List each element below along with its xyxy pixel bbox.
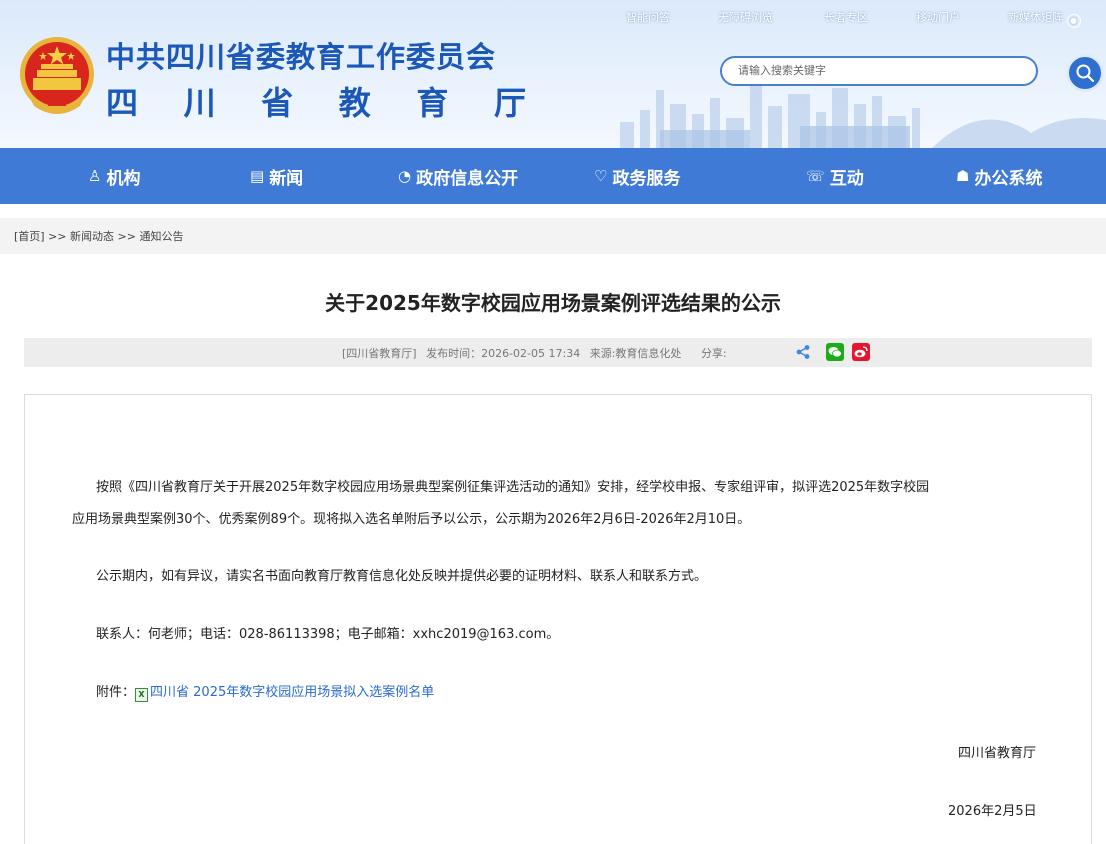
article-body <box>24 394 1092 844</box>
gov-info-icon: ◔ <box>398 167 412 185</box>
article-title: 关于2025年数字校园应用场景案例评选结果的公示 <box>325 291 781 315</box>
nav-item-label: 机构 <box>106 168 141 189</box>
breadcrumb-notice[interactable]: 通知公告 <box>139 230 183 243</box>
national-emblem-icon <box>20 37 94 114</box>
paragraph-1-line-1: 按照《四川省教育厅关于开展2025年数字校园应用场景典型案例征集评选活动的通知》… <box>96 480 930 495</box>
link-new-media[interactable]: 新媒体矩阵 ● <box>1008 9 1081 28</box>
excel-file-icon: X <box>135 688 149 702</box>
breadcrumb-news[interactable]: 新闻动态 <box>70 230 114 243</box>
search-button[interactable] <box>1066 54 1104 92</box>
signature-date: 2026年2月5日 <box>948 804 1037 819</box>
nav-item-office[interactable]: ☗ 办公系统 <box>956 148 1042 204</box>
attachment-label: 附件： <box>96 685 136 700</box>
location-pin-icon: ● <box>1066 14 1081 28</box>
attachment-link[interactable]: 四川省 2025年数字校园应用场景拟入选案例名单 <box>150 685 434 700</box>
nav-item-label: 政务服务 <box>612 168 681 189</box>
meta-share-label: 分享: <box>700 347 727 360</box>
site-header: 中共四川省委教育工作委员会 四 川 省 教 育 厅 智能问答 无障碍浏览 长者专… <box>0 0 1106 148</box>
nav-item-label: 办公系统 <box>974 168 1043 189</box>
org-subtitle-char: 厅 <box>493 84 526 122</box>
weibo-glyph <box>854 346 868 358</box>
article-meta-bar: [四川省教育厅] 发布时间：2026-02-05 17:34 来源:教育信息化处… <box>24 338 1092 367</box>
breadcrumb-separator: >> <box>48 230 67 243</box>
org-subtitle-char: 川 <box>183 84 216 122</box>
search-input[interactable] <box>736 63 1020 78</box>
share-icon[interactable] <box>794 343 812 361</box>
interact-icon: ☏ <box>806 167 825 185</box>
nav-item-news[interactable]: ▤ 新闻 <box>250 148 303 204</box>
org-icon: ♙ <box>88 167 102 185</box>
search-box <box>720 56 1038 86</box>
meta-publish-time: 发布时间：2026-02-05 17:34 <box>426 347 581 360</box>
breadcrumb-home[interactable]: [首页] <box>14 230 45 243</box>
meta-source: [四川省教育厅] <box>342 347 417 360</box>
org-subtitle-char: 教 <box>338 84 371 122</box>
wechat-glyph <box>828 347 842 358</box>
nav-item-gov-info[interactable]: ◔ 政府信息公开 <box>398 148 518 204</box>
link-elder-zone[interactable]: 长者专区 <box>824 9 868 25</box>
org-subtitle-char: 四 <box>106 84 139 122</box>
nav-item-label: 互动 <box>829 168 864 189</box>
nav-item-org[interactable]: ♙ 机构 <box>88 148 140 204</box>
weibo-icon[interactable] <box>852 343 870 361</box>
search-icon <box>1076 64 1095 83</box>
nav-item-interact[interactable]: ☏ 互动 <box>806 148 864 204</box>
link-new-media-label: 新媒体矩阵 <box>1008 11 1063 24</box>
breadcrumb-separator: >> <box>117 230 136 243</box>
attachment-row: 附件： X 四川省 2025年数字校园应用场景拟入选案例名单 <box>96 679 434 707</box>
nav-item-label: 政府信息公开 <box>416 168 519 189</box>
service-icon: ♡ <box>594 167 608 185</box>
news-icon: ▤ <box>250 167 265 185</box>
link-accessibility[interactable]: 无障碍浏览 <box>718 9 773 25</box>
share-nodes-icon <box>796 345 810 359</box>
paragraph-1-line-2: 应用场景典型案例30个、优秀案例89个。现将拟入选名单附后予以公示，公示期为20… <box>72 512 751 527</box>
org-subtitle: 四 川 省 教 育 厅 <box>106 78 526 124</box>
org-title: 中共四川省委教育工作委员会 <box>106 40 497 74</box>
office-icon: ☗ <box>956 167 970 185</box>
paragraph-contact: 联系人：何老师；电话：028-86113398；电子邮箱：xxhc2019@16… <box>96 627 560 642</box>
breadcrumb-bar: [首页] >> 新闻动态 >> 通知公告 <box>0 218 1106 254</box>
article-meta: [四川省教育厅] 发布时间：2026-02-05 17:34 来源:教育信息化处… <box>342 345 733 361</box>
top-utility-links: 智能问答 无障碍浏览 长者专区 移动门户 新媒体矩阵 ● <box>620 9 1106 29</box>
link-smart-qa[interactable]: 智能问答 <box>626 9 670 25</box>
org-subtitle-char: 省 <box>261 84 294 122</box>
main-nav: ♙ 机构 ▤ 新闻 ◔ 政府信息公开 ♡ 政务服务 ☏ 互动 ☗ 办公系统 <box>0 148 1106 204</box>
link-mobile-portal[interactable]: 移动门户 <box>916 9 960 25</box>
breadcrumb: [首页] >> 新闻动态 >> 通知公告 <box>14 228 183 244</box>
meta-origin: 来源:教育信息化处 <box>589 347 682 360</box>
org-subtitle-char: 育 <box>416 84 449 122</box>
signature: 四川省教育厅 <box>958 746 1037 761</box>
wechat-icon[interactable] <box>826 343 844 361</box>
paragraph-2: 公示期内，如有异议，请实名书面向教育厅教育信息化处反映并提供必要的证明材料、联系… <box>96 569 708 584</box>
nav-item-service[interactable]: ♡ 政务服务 <box>594 148 680 204</box>
nav-item-label: 新闻 <box>269 168 304 189</box>
